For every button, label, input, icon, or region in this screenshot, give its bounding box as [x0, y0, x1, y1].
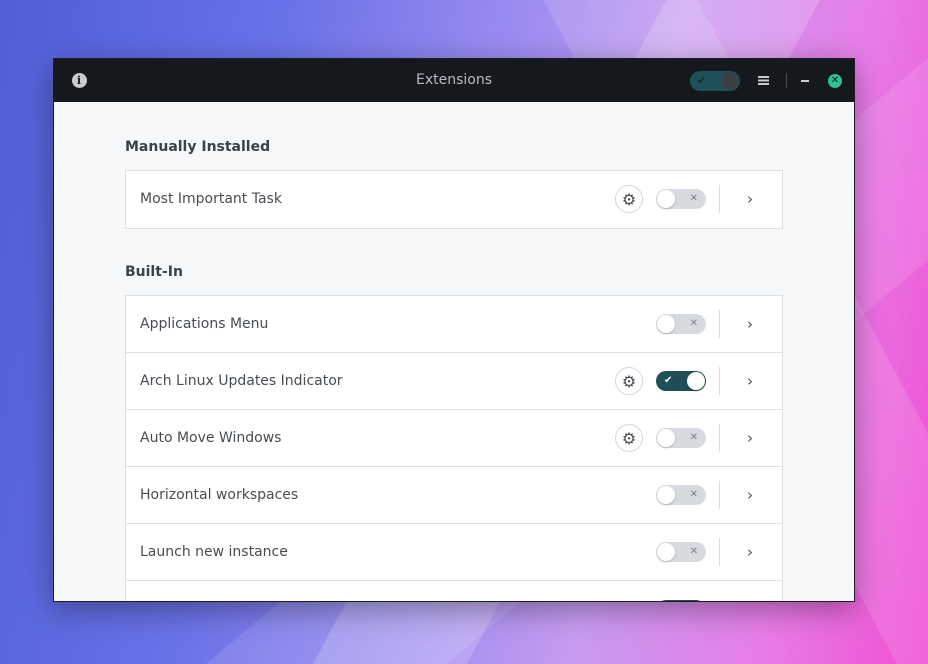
titlebar: i Extensions ✔ ✕ — [54, 59, 854, 102]
row-separator — [719, 538, 720, 566]
built-in-list: Applications Menu ✕ › Arch Linux Updates I… — [125, 295, 783, 601]
global-extensions-toggle[interactable]: ✔ — [689, 59, 741, 102]
minimize-button[interactable] — [796, 59, 814, 102]
section-title-manually-installed: Manually Installed — [125, 139, 271, 155]
extension-name: Launch new instance — [140, 544, 288, 560]
cross-icon: ✕ — [689, 318, 698, 329]
toggle-knob — [657, 543, 675, 561]
check-icon: ✔ — [697, 73, 707, 87]
gear-icon: ⚙ — [621, 428, 637, 448]
minimize-icon — [801, 79, 809, 82]
extension-settings-button[interactable]: ⚙ — [615, 424, 643, 452]
extension-name: Most Important Task — [140, 191, 282, 207]
extension-details-button[interactable]: › — [740, 353, 760, 409]
global-toggle-knob — [721, 71, 739, 90]
extension-details-button[interactable]: › — [740, 171, 760, 227]
extension-row-partial[interactable] — [126, 581, 782, 601]
row-separator — [719, 481, 720, 509]
extension-details-button[interactable]: › — [740, 467, 760, 523]
extension-row[interactable]: Launch new instance ✕ › — [126, 524, 782, 581]
cross-icon: ✕ — [689, 193, 698, 204]
close-button[interactable]: ✕ — [826, 59, 844, 102]
toggle-knob — [657, 190, 675, 208]
row-separator — [719, 185, 720, 213]
gear-icon: ⚙ — [621, 371, 637, 391]
extension-details-button[interactable]: › — [740, 524, 760, 580]
extension-row[interactable]: Most Important Task ⚙ ✕ › — [126, 171, 782, 228]
extensions-window: i Extensions ✔ ✕ Manually Installed Most… — [53, 58, 855, 602]
extension-details-button[interactable]: › — [740, 296, 760, 352]
check-icon: ✔ — [664, 375, 673, 386]
extension-settings-button[interactable]: ⚙ — [615, 367, 643, 395]
toggle-knob — [657, 486, 675, 504]
extension-toggle[interactable]: ✕ — [656, 542, 706, 562]
chevron-right-icon: › — [747, 190, 753, 208]
extension-name: Applications Menu — [140, 316, 269, 332]
extension-row[interactable]: Auto Move Windows ⚙ ✕ › — [126, 410, 782, 467]
close-icon: ✕ — [828, 73, 842, 88]
extension-toggle[interactable]: ✕ — [656, 314, 706, 334]
toggle-knob — [657, 315, 675, 333]
extensions-content[interactable]: Manually Installed Most Important Task ⚙ ✕… — [54, 102, 854, 601]
section-title-built-in: Built-In — [125, 264, 183, 280]
extension-toggle[interactable]: ✔ — [656, 371, 706, 391]
extension-toggle[interactable]: ✕ — [656, 485, 706, 505]
toggle-knob — [657, 429, 675, 447]
chevron-right-icon: › — [747, 486, 753, 504]
row-separator — [719, 424, 720, 452]
extension-row[interactable]: Arch Linux Updates Indicator ⚙ ✔ › — [126, 353, 782, 410]
extension-row[interactable]: Horizontal workspaces ✕ › — [126, 467, 782, 524]
hamburger-icon — [757, 76, 769, 85]
extension-name: Horizontal workspaces — [140, 487, 299, 503]
chevron-right-icon: › — [747, 429, 753, 447]
cross-icon: ✕ — [689, 432, 698, 443]
cross-icon: ✕ — [689, 489, 698, 500]
chevron-right-icon: › — [747, 543, 753, 561]
titlebar-separator — [786, 73, 787, 88]
gear-icon: ⚙ — [621, 189, 637, 209]
extension-row[interactable]: Applications Menu ✕ › — [126, 296, 782, 353]
extension-details-button[interactable]: › — [740, 410, 760, 466]
row-separator — [719, 310, 720, 338]
chevron-right-icon: › — [747, 315, 753, 333]
extension-name: Arch Linux Updates Indicator — [140, 373, 343, 389]
global-toggle-track: ✔ — [690, 70, 740, 91]
row-separator — [719, 367, 720, 395]
cross-icon: ✕ — [689, 546, 698, 557]
extension-name: Auto Move Windows — [140, 430, 282, 446]
extension-settings-button[interactable]: ⚙ — [615, 185, 643, 213]
main-menu-button[interactable] — [754, 59, 772, 102]
extension-toggle[interactable]: ✕ — [656, 189, 706, 209]
extension-toggle[interactable]: ✕ — [656, 428, 706, 448]
manually-installed-list: Most Important Task ⚙ ✕ › — [125, 170, 783, 229]
toggle-knob — [687, 372, 705, 390]
chevron-right-icon: › — [747, 372, 753, 390]
